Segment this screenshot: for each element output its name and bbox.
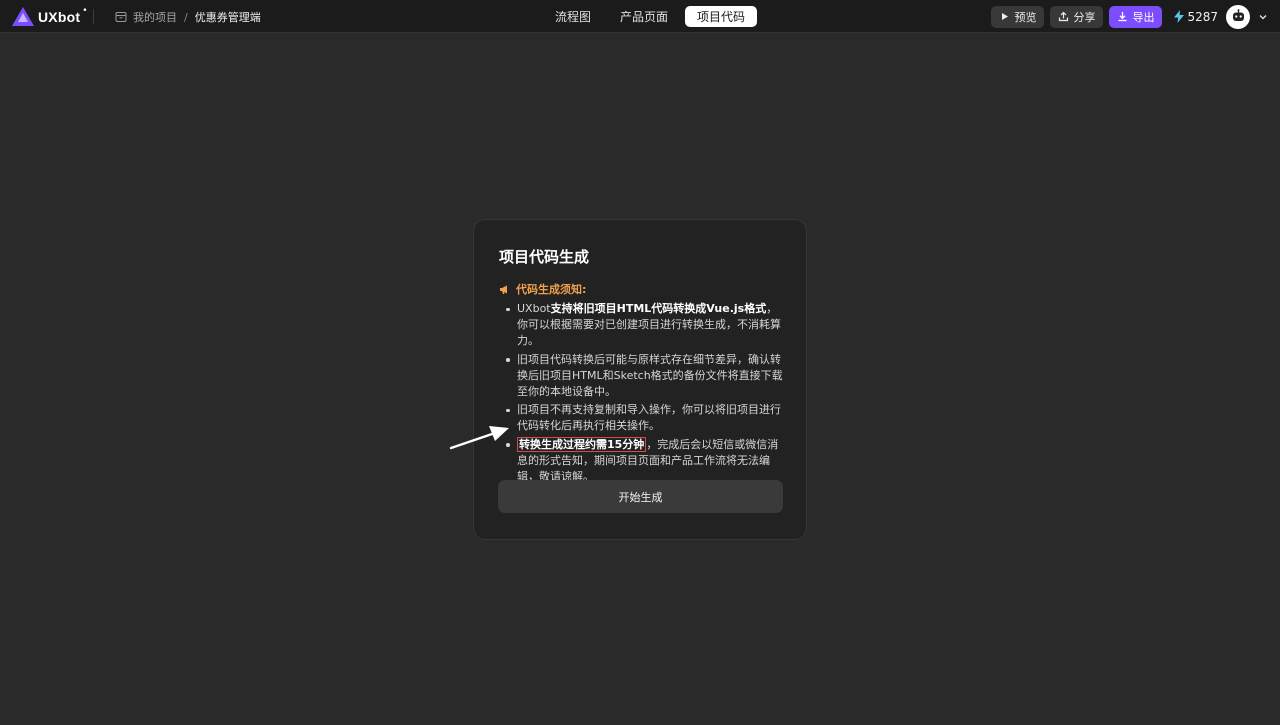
code-generation-dialog: 项目代码生成 代码生成须知: UXbot支持将旧项目HTML代码转换成Vue.j…: [473, 219, 807, 540]
list-item: 转换生成过程约需15分钟 ，完成后会以短信或微信消息的形式告知，期间项目页面和产品…: [503, 436, 788, 485]
top-bar: UXbot • 我的项目 / 优惠券管理端 流程图 产品页面 项目代码 预览 分…: [0, 0, 1280, 33]
upload-icon: [1059, 11, 1069, 22]
logo-text: UXbot: [38, 8, 81, 25]
list-item: 旧项目不再支持复制和导入操作，你可以将旧项目进行代码转化后再执行相关操作。: [503, 402, 788, 434]
dialog-title: 项目代码生成: [499, 248, 590, 266]
item-bold: 支持将旧项目HTML代码转换成Vue.js格式: [550, 302, 767, 315]
list-item: UXbot支持将旧项目HTML代码转换成Vue.js格式，你可以根据需要对已创建…: [503, 301, 788, 349]
credits-value: 5287: [1187, 9, 1218, 24]
tab-project-code[interactable]: 项目代码: [685, 6, 758, 27]
download-icon: [1118, 12, 1127, 22]
robot-icon: [1232, 9, 1244, 21]
annotation-arrow-icon: [449, 426, 509, 450]
export-label: 导出: [1132, 10, 1155, 24]
credits-counter[interactable]: 5287: [1174, 10, 1218, 24]
breadcrumb-separator: /: [184, 10, 188, 24]
notice-list: UXbot支持将旧项目HTML代码转换成Vue.js格式，你可以根据需要对已创建…: [503, 301, 788, 487]
breadcrumb-current-project: 优惠券管理端: [194, 11, 261, 24]
tab-product-pages[interactable]: 产品页面: [608, 6, 680, 27]
megaphone-icon: [500, 285, 507, 294]
start-generation-button[interactable]: 开始生成: [498, 480, 783, 513]
lightning-icon: [1174, 10, 1185, 23]
highlighted-duration: 转换生成过程约需15分钟: [517, 436, 647, 452]
logo-icon: [12, 7, 34, 26]
header-actions: 预览 分享 导出 5287: [991, 4, 1268, 29]
notice-title: 代码生成须知:: [516, 283, 587, 296]
play-icon: [1002, 13, 1009, 20]
item-prefix: UXbot: [517, 302, 551, 315]
logo-dot: •: [82, 5, 88, 16]
notice-heading: 代码生成须知:: [499, 281, 586, 297]
uxbot-logo[interactable]: UXbot •: [12, 5, 90, 26]
item-text: 旧项目不再支持复制和导入操作，你可以将旧项目进行代码转化后再执行相关操作。: [517, 403, 781, 432]
preview-label: 预览: [1014, 10, 1037, 24]
tab-flowchart[interactable]: 流程图: [543, 6, 603, 27]
breadcrumb: 我的项目 / 优惠券管理端: [115, 9, 261, 25]
breadcrumb-my-projects[interactable]: 我的项目: [133, 9, 177, 25]
view-tabs: 流程图 产品页面 项目代码: [543, 6, 758, 27]
preview-button[interactable]: 预览: [991, 5, 1045, 28]
item-text: 旧项目代码转换后可能与原样式存在细节差异，确认转换后旧项目HTML和Sketch…: [517, 352, 783, 398]
list-item: 旧项目代码转换后可能与原样式存在细节差异，确认转换后旧项目HTML和Sketch…: [503, 352, 788, 400]
share-label: 分享: [1073, 10, 1096, 24]
divider: [93, 9, 94, 24]
avatar[interactable]: [1226, 4, 1250, 29]
chevron-down-icon[interactable]: [1258, 12, 1268, 22]
share-button[interactable]: 分享: [1050, 5, 1104, 28]
export-button[interactable]: 导出: [1109, 5, 1163, 28]
archive-icon: [115, 12, 127, 22]
